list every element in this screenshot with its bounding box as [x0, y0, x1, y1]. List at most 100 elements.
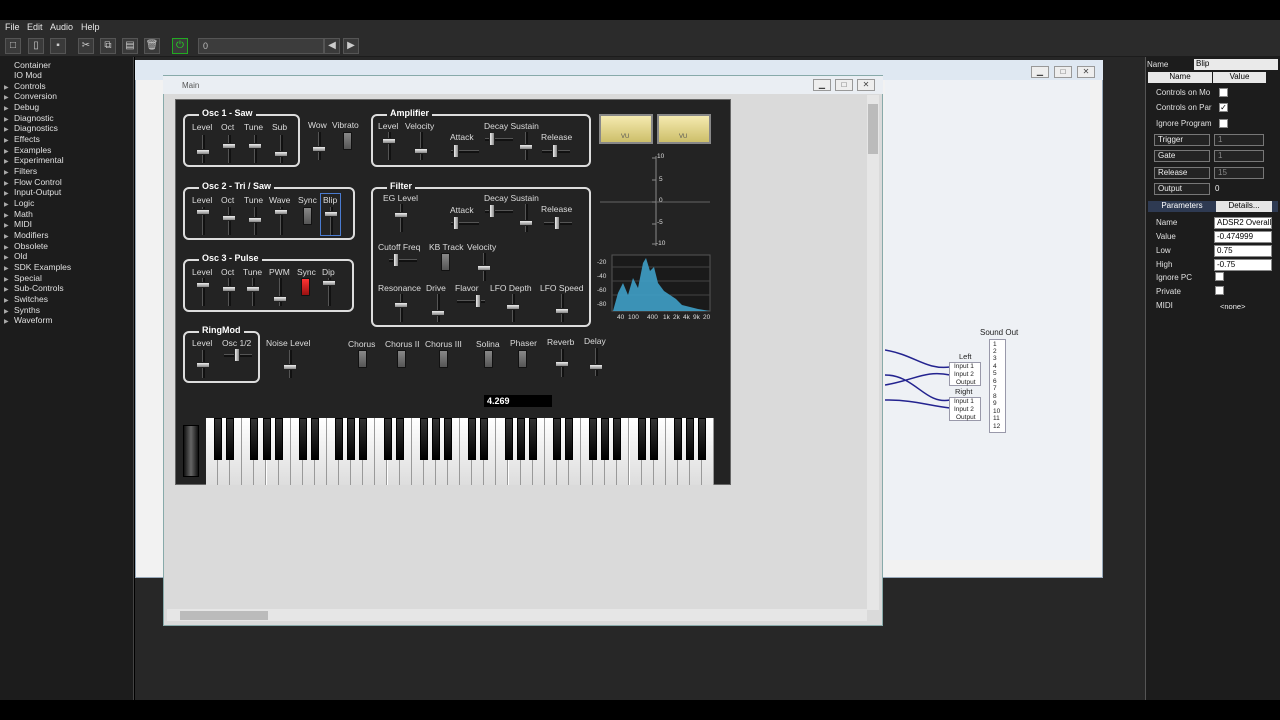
tree-item[interactable]: ▶ Old — [4, 251, 27, 261]
tree-item[interactable]: ▶ Diagnostics — [4, 123, 58, 133]
tree-item[interactable]: ▶ Conversion — [4, 91, 57, 101]
osc1-level-fader[interactable] — [196, 135, 210, 163]
tree-item[interactable]: ▶ Examples — [4, 145, 51, 155]
position-field[interactable]: 0 — [198, 38, 324, 54]
delay-fader[interactable] — [589, 348, 603, 376]
filter-decay-fader[interactable] — [485, 204, 513, 218]
filter-sustain-fader[interactable] — [519, 204, 533, 232]
tab-details[interactable]: Details... — [1216, 201, 1272, 212]
horizontal-scroll-thumb[interactable] — [180, 611, 268, 620]
menu-help[interactable]: Help — [81, 22, 100, 32]
vibrato-switch[interactable] — [343, 132, 352, 150]
maximize-icon[interactable]: □ — [1054, 66, 1072, 78]
vertical-scrollbar[interactable] — [867, 95, 879, 610]
osc3-sync-switch[interactable] — [301, 278, 310, 296]
tree-item[interactable]: ▶ Sub-Controls — [4, 283, 64, 293]
black-key[interactable] — [601, 418, 610, 460]
black-key[interactable] — [431, 418, 440, 460]
amp-attack-fader[interactable] — [451, 144, 479, 158]
osc2-oct-fader[interactable] — [222, 207, 236, 235]
tree-item[interactable]: ▶ Flow Control — [4, 177, 62, 187]
amp-velocity-fader[interactable] — [414, 132, 428, 160]
black-key[interactable] — [359, 418, 368, 460]
controls-on-mo-checkbox[interactable] — [1219, 88, 1228, 97]
black-key[interactable] — [250, 418, 259, 460]
param-value-field[interactable]: -0.474999 — [1214, 231, 1272, 243]
osc2-blip-fader[interactable] — [324, 207, 338, 235]
resonance-fader[interactable] — [394, 294, 408, 322]
ignore-pc-checkbox[interactable] — [1215, 272, 1224, 281]
tree-item[interactable]: ▶ Math — [4, 209, 33, 219]
black-key[interactable] — [480, 418, 489, 460]
ringmod-level-fader[interactable] — [196, 350, 210, 378]
black-key[interactable] — [613, 418, 622, 460]
filter-velocity-fader[interactable] — [477, 253, 491, 281]
close-icon[interactable]: ✕ — [1077, 66, 1095, 78]
tree-item[interactable]: ▶ Obsolete — [4, 241, 48, 251]
main-window-titlebar[interactable] — [163, 76, 883, 94]
close-icon[interactable]: ✕ — [857, 79, 875, 91]
open-icon[interactable]: ▯ — [28, 38, 44, 54]
ignore-program-checkbox[interactable] — [1219, 119, 1228, 128]
tree-item[interactable]: ▶ MIDI — [4, 219, 32, 229]
black-key[interactable] — [383, 418, 392, 460]
osc2-sync-switch[interactable] — [303, 207, 312, 225]
ringmod-osc-fader[interactable] — [224, 348, 252, 362]
mod-wheel[interactable] — [183, 425, 199, 477]
black-key[interactable] — [698, 418, 707, 460]
tree-item[interactable]: ▶ Filters — [4, 166, 37, 176]
black-key[interactable] — [565, 418, 573, 460]
osc3-dip-fader[interactable] — [322, 278, 336, 306]
tree-item[interactable]: ▶ Debug — [4, 102, 39, 112]
release-field[interactable]: 15 — [1214, 167, 1264, 179]
lfo-speed-fader[interactable] — [555, 294, 569, 322]
tab-parameters[interactable]: Parameters — [1150, 201, 1214, 212]
param-low-field[interactable]: 0.75 — [1214, 245, 1272, 257]
drive-fader[interactable] — [431, 294, 445, 322]
menu-audio[interactable]: Audio — [50, 22, 73, 32]
cut-icon[interactable]: ✂ — [78, 38, 94, 54]
reverb-fader[interactable] — [555, 349, 569, 377]
black-key[interactable] — [649, 418, 658, 460]
phaser-switch[interactable] — [518, 350, 527, 368]
col-header-name[interactable]: Name — [1148, 72, 1212, 83]
tree-item[interactable]: ▶ Diagnostic — [4, 113, 54, 123]
black-key[interactable] — [310, 418, 319, 460]
tree-item[interactable]: ▶ Logic — [4, 198, 34, 208]
maximize-icon[interactable]: □ — [835, 79, 853, 91]
black-key[interactable] — [347, 418, 356, 460]
black-key[interactable] — [262, 418, 271, 460]
osc3-oct-fader[interactable] — [222, 278, 236, 306]
trigger-field[interactable]: 1 — [1214, 134, 1264, 146]
black-key[interactable] — [637, 418, 646, 460]
vertical-scroll-thumb[interactable] — [868, 104, 878, 154]
param-high-field[interactable]: -0.75 — [1214, 259, 1272, 271]
osc1-tune-fader[interactable] — [248, 135, 262, 163]
noise-level-fader[interactable] — [283, 350, 297, 378]
tree-item[interactable]: IO Mod — [14, 70, 42, 80]
amp-release-fader[interactable] — [542, 144, 570, 158]
black-key[interactable] — [274, 418, 283, 460]
tree-item[interactable]: ▶ Waveform — [4, 315, 52, 325]
chorus-iii-switch[interactable] — [439, 350, 448, 368]
tree-item[interactable]: ▶ Effects — [4, 134, 40, 144]
tree-item[interactable]: ▶ Controls — [4, 81, 46, 91]
param-midi-value[interactable]: <none> — [1220, 302, 1245, 311]
piano-keyboard[interactable] — [206, 418, 715, 485]
gate-field[interactable]: 1 — [1214, 150, 1264, 162]
eg-level-fader[interactable] — [394, 204, 408, 232]
black-key[interactable] — [673, 418, 682, 460]
amp-decay-fader[interactable] — [485, 132, 513, 146]
tree-item[interactable]: ▶ Experimental — [4, 155, 64, 165]
wow-fader[interactable] — [312, 132, 326, 160]
osc3-tune-fader[interactable] — [246, 278, 260, 306]
osc2-wave-fader[interactable] — [274, 207, 288, 235]
osc3-level-fader[interactable] — [196, 278, 210, 306]
black-key[interactable] — [516, 418, 525, 460]
cutoff-fader[interactable] — [389, 253, 417, 267]
amp-level-fader[interactable] — [382, 132, 396, 160]
amp-sustain-fader[interactable] — [519, 132, 533, 160]
osc1-oct-fader[interactable] — [222, 135, 236, 163]
black-key[interactable] — [444, 418, 452, 460]
solina-switch[interactable] — [484, 350, 493, 368]
